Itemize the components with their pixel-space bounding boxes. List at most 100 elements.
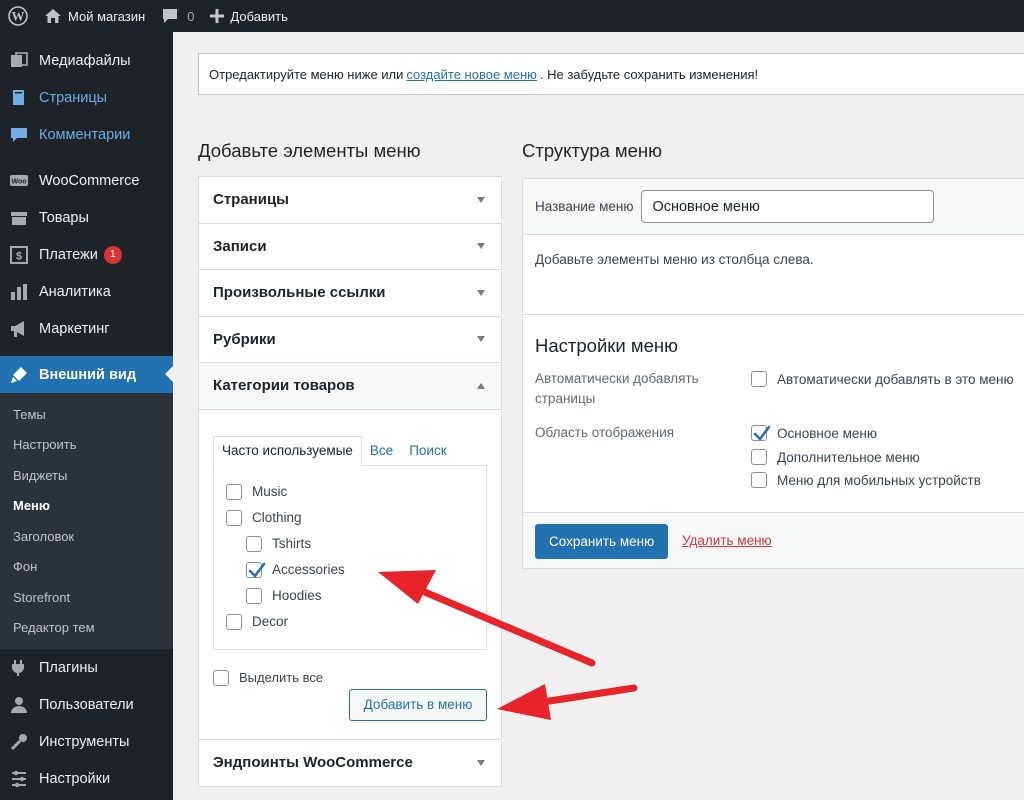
sidebar-item-plugins[interactable]: Плагины [0,649,173,686]
notice-text-after: . Не забудьте сохранить изменения! [539,66,759,82]
submenu-item-widgets[interactable]: Виджеты [0,460,173,491]
submenu-item-customize[interactable]: Настроить [0,430,173,461]
site-name: Мой магазин [68,8,146,24]
category-item-decor[interactable]: Decor [226,613,288,630]
chevron-down-icon [477,759,485,766]
location-secondary[interactable]: Дополнительное меню [751,449,920,465]
sidebar-item-appearance[interactable]: Внешний вид [0,356,173,393]
add-to-menu-button[interactable]: Добавить в меню [349,688,487,721]
sidebar-item-label: WooCommerce [39,172,140,189]
chevron-up-icon [477,382,485,389]
location-label: Меню для мобильных устройств [777,472,981,488]
create-new-menu-link[interactable]: создайте новое меню [406,67,536,82]
add-new-link[interactable]: Добавить [202,0,295,32]
category-label: Hoodies [272,588,322,603]
category-item-tshirts[interactable]: Tshirts [246,535,311,552]
accordion-section-woocommerce-endpoints[interactable]: Эндпоинты WooCommerce [199,740,501,787]
category-label: Clothing [252,510,302,525]
location-primary[interactable]: Основное меню [751,425,877,441]
category-item-accessories[interactable]: Accessories [246,561,345,578]
tab-all[interactable]: Все [362,436,401,466]
accordion-section-custom-links[interactable]: Произвольные ссылки [199,270,501,317]
category-checkbox[interactable] [226,483,242,500]
submenu-item-theme-editor[interactable]: Редактор тем [0,613,173,644]
appearance-icon [9,365,29,385]
chevron-down-icon [477,196,485,203]
tools-icon [9,732,29,752]
category-item-music[interactable]: Music [226,483,287,500]
menu-name-bar: Название меню [523,179,1024,235]
category-checkbox[interactable] [226,613,242,630]
category-checkbox[interactable] [226,509,242,526]
add-new-label: Добавить [230,8,288,24]
location-checkbox-checked[interactable] [751,425,771,441]
sidebar-item-marketing[interactable]: Маркетинг [0,310,173,347]
accordion-section-label: Записи [213,237,267,255]
svg-text:W: W [12,9,25,24]
select-all-checkbox[interactable] [213,669,229,686]
sidebar-item-tools[interactable]: Инструменты [0,723,173,760]
submenu-item-menus[interactable]: Меню [0,491,173,522]
users-icon [9,695,29,715]
sidebar-item-label: Плагины [39,659,98,676]
sidebar-item-payments[interactable]: $ Платежи 1 [0,236,173,273]
submenu-item-themes[interactable]: Темы [0,399,173,430]
accordion-section-categories[interactable]: Рубрики [199,317,501,363]
svg-text:$: $ [16,250,22,262]
sidebar-item-label: Аналитика [39,283,111,300]
sidebar-item-label: Маркетинг [39,320,110,337]
category-checkbox[interactable] [246,535,262,552]
tab-search[interactable]: Поиск [401,436,454,466]
sidebar-item-pages[interactable]: Страницы [0,79,173,116]
add-menu-items-title: Добавьте элементы меню [198,140,421,161]
checkmark-icon [248,562,266,577]
category-item-clothing[interactable]: Clothing [226,509,302,526]
sidebar-item-label: Платежи [39,246,98,263]
menu-footer-bar: Сохранить меню Удалить меню [523,512,1024,568]
sidebar-item-media[interactable]: Медиафайлы [0,42,173,79]
accordion-section-posts[interactable]: Записи [199,224,501,270]
category-checkbox-checked[interactable] [246,561,266,578]
category-checklist: Music Clothing Tshirts Accessories Hoodi… [213,464,487,650]
plus-icon [210,9,225,23]
category-checkbox[interactable] [246,587,262,604]
analytics-icon [9,282,29,302]
location-mobile[interactable]: Меню для мобильных устройств [751,472,981,488]
category-item-hoodies[interactable]: Hoodies [246,587,322,604]
menu-settings-title: Настройки меню [535,335,678,356]
delete-menu-link[interactable]: Удалить меню [682,533,772,548]
category-tabs: Часто используемые Все Поиск [213,435,455,466]
sidebar-item-woocommerce[interactable]: Woo WooCommerce [0,162,173,199]
home-icon [45,9,61,23]
site-name-link[interactable]: Мой магазин [36,0,153,32]
sidebar-item-label: Страницы [39,89,108,106]
display-location-label: Область отображения [535,425,675,440]
submenu-item-storefront[interactable]: Storefront [0,582,173,613]
accordion-section-product-categories[interactable]: Категории товаров [199,363,501,410]
save-menu-button[interactable]: Сохранить меню [535,524,669,559]
comments-link[interactable]: 0 [153,0,202,32]
accordion-section-pages[interactable]: Страницы [199,177,501,224]
auto-add-option[interactable]: Автоматически добавлять в это меню [751,371,1014,387]
sidebar-item-label: Инструменты [39,733,130,750]
menu-name-input[interactable] [641,190,935,223]
select-all-row[interactable]: Выделить все [213,669,323,686]
menu-items-accordion: Страницы Записи Произвольные ссылки Рубр… [198,176,502,787]
location-checkbox[interactable] [751,472,767,488]
location-checkbox[interactable] [751,449,767,465]
sidebar-item-users[interactable]: Пользователи [0,686,173,723]
submenu-item-header[interactable]: Заголовок [0,521,173,552]
sidebar-item-settings[interactable]: Настройки [0,760,173,797]
auto-add-checkbox[interactable] [751,371,767,387]
sidebar-item-comments[interactable]: Комментарии [0,116,173,153]
media-icon [9,51,29,71]
sidebar-item-analytics[interactable]: Аналитика [0,273,173,310]
submenu-item-background[interactable]: Фон [0,552,173,583]
tab-most-used[interactable]: Часто используемые [213,435,362,466]
accordion-section-label: Страницы [213,191,289,209]
auto-add-label: Автоматически добавлять страницы [535,371,699,406]
menu-name-label: Название меню [535,199,634,214]
sidebar-item-products[interactable]: Товары [0,199,173,236]
wordpress-logo-icon[interactable]: W [0,0,36,32]
product-categories-panel: Часто используемые Все Поиск Music Cloth… [199,410,501,740]
